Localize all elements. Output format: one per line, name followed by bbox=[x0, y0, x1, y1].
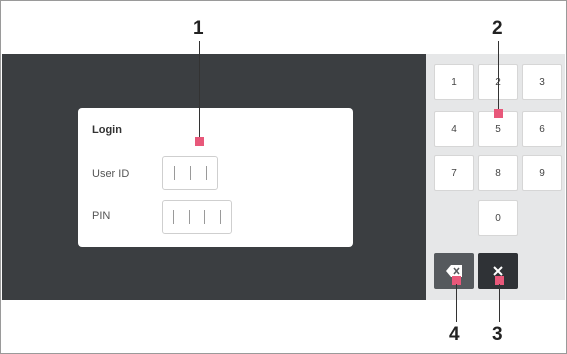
callout-2-leader bbox=[498, 41, 499, 111]
user-id-label: User ID bbox=[92, 168, 130, 180]
user-id-digit-slot bbox=[189, 166, 191, 180]
callout-2-marker bbox=[494, 109, 503, 118]
key-0[interactable]: 0 bbox=[478, 200, 518, 236]
user-id-digit-slot bbox=[205, 166, 207, 180]
key-3[interactable]: 3 bbox=[522, 64, 562, 100]
callout-3: 3 bbox=[492, 324, 503, 345]
callout-4: 4 bbox=[449, 324, 460, 345]
callout-3-leader bbox=[499, 284, 500, 322]
user-id-field[interactable] bbox=[162, 156, 218, 190]
pin-field[interactable] bbox=[162, 200, 232, 234]
pin-digit-slot bbox=[173, 210, 175, 224]
pin-digit-slot bbox=[204, 210, 206, 224]
key-6[interactable]: 6 bbox=[522, 111, 562, 147]
callout-1: 1 bbox=[193, 18, 204, 39]
key-1[interactable]: 1 bbox=[434, 64, 474, 100]
callout-1-marker bbox=[195, 137, 204, 146]
callout-1-leader bbox=[199, 41, 200, 139]
close-icon bbox=[493, 266, 503, 276]
key-9[interactable]: 9 bbox=[522, 155, 562, 191]
pin-digit-slot bbox=[219, 210, 221, 224]
key-7[interactable]: 7 bbox=[434, 155, 474, 191]
callout-4-leader bbox=[456, 284, 457, 322]
pin-label: PIN bbox=[92, 210, 111, 222]
login-card: Login User ID PIN bbox=[78, 108, 353, 247]
user-id-digit-slot bbox=[173, 166, 175, 180]
pin-digit-slot bbox=[188, 210, 190, 224]
callout-2: 2 bbox=[492, 18, 503, 39]
key-4[interactable]: 4 bbox=[434, 111, 474, 147]
key-8[interactable]: 8 bbox=[478, 155, 518, 191]
login-title: Login bbox=[92, 124, 122, 136]
